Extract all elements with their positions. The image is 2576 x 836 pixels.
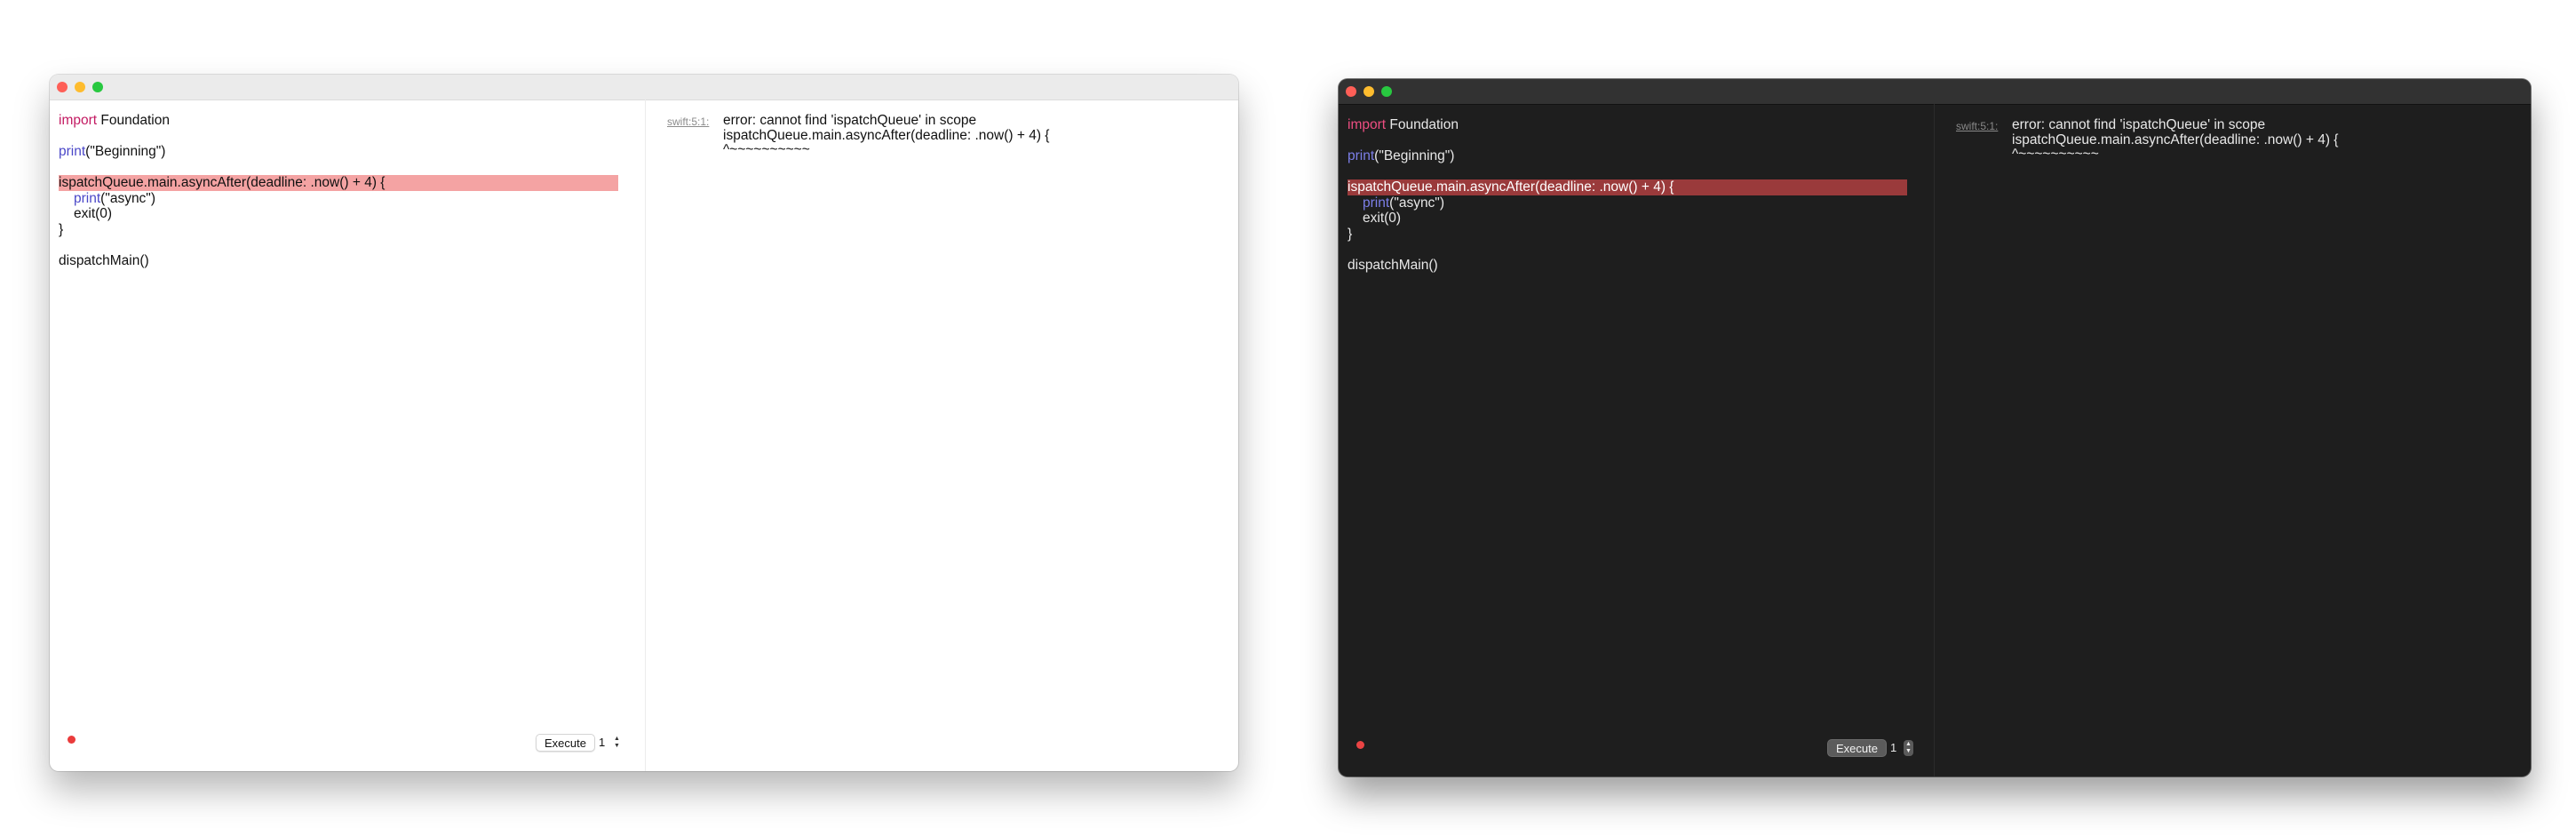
code-line: import Foundation — [59, 113, 618, 129]
code-line: print("Beginning") — [59, 144, 618, 160]
close-traffic-light-icon[interactable] — [57, 82, 68, 92]
keyword-print: print — [1363, 195, 1390, 211]
stepper-icon[interactable]: ▲ ▼ — [1904, 740, 1913, 756]
keyword-import: import — [1348, 117, 1387, 132]
code-token: ("Beginning") — [1374, 148, 1455, 163]
execute-button[interactable]: Execute — [536, 734, 595, 752]
code-line: print("Beginning") — [1348, 148, 1907, 164]
error-location-link[interactable]: swift:5:1: — [1956, 120, 1998, 132]
close-traffic-light-icon[interactable] — [1346, 86, 1356, 97]
code-text[interactable]: import Foundation print("Beginning") isp… — [1348, 117, 1907, 273]
error-highlighted-line: ispatchQueue.main.asyncAfter(deadline: .… — [1348, 179, 1907, 195]
minimize-traffic-light-icon[interactable] — [75, 82, 85, 92]
keyword-import: import — [59, 113, 98, 128]
zoom-traffic-light-icon[interactable] — [92, 82, 103, 92]
code-line: import Foundation — [1348, 117, 1907, 133]
minimize-traffic-light-icon[interactable] — [1364, 86, 1374, 97]
execute-button[interactable]: Execute — [1827, 739, 1887, 757]
output-line: ispatchQueue.main.asyncAfter(deadline: .… — [723, 127, 1050, 143]
stepper-icon[interactable]: ▲ ▼ — [612, 735, 622, 751]
output-panel: swift:5:1: error: cannot find 'ispatchQu… — [645, 100, 1238, 771]
light-mode-window: import Foundation print("Beginning") isp… — [50, 75, 1238, 771]
error-highlighted-line: ispatchQueue.main.asyncAfter(deadline: .… — [59, 175, 618, 191]
title-bar — [1339, 79, 2531, 105]
output-line: ^~~~~~~~~~~ — [723, 142, 810, 157]
code-token: Foundation — [97, 113, 170, 128]
code-token: Foundation — [1386, 117, 1459, 132]
output-panel: swift:5:1: error: cannot find 'ispatchQu… — [1934, 104, 2531, 776]
code-editor[interactable]: import Foundation print("Beginning") isp… — [50, 100, 645, 771]
code-line: } — [1348, 226, 1353, 242]
output-line: ^~~~~~~~~~~ — [2012, 147, 2099, 162]
output-line: ispatchQueue.main.asyncAfter(deadline: .… — [2012, 131, 2339, 147]
output-line: error: cannot find 'ispatchQueue' in sco… — [723, 114, 977, 128]
run-count-value: 1 — [1890, 741, 1897, 754]
code-token: ("async") — [1389, 195, 1444, 211]
code-line: exit(0) — [1363, 211, 1402, 226]
output-line: error: cannot find 'ispatchQueue' in sco… — [2012, 118, 2266, 132]
keyword-print: print — [74, 190, 101, 206]
title-bar — [50, 75, 1238, 100]
code-line: print("async") — [59, 191, 618, 207]
code-line: print("async") — [1348, 195, 1907, 211]
output-text: error: cannot find 'ispatchQueue' in sco… — [723, 114, 1238, 157]
error-location-link[interactable]: swift:5:1: — [667, 115, 709, 128]
code-token: ("async") — [100, 190, 155, 206]
status-error-dot-icon — [68, 736, 76, 744]
code-editor[interactable]: import Foundation print("Beginning") isp… — [1339, 104, 1934, 776]
code-text[interactable]: import Foundation print("Beginning") isp… — [59, 113, 618, 268]
output-text: error: cannot find 'ispatchQueue' in sco… — [2012, 118, 2531, 162]
keyword-print: print — [1348, 148, 1375, 163]
run-count-value: 1 — [599, 736, 606, 749]
code-token: ("Beginning") — [85, 144, 166, 159]
dark-mode-window: import Foundation print("Beginning") isp… — [1339, 79, 2531, 776]
status-error-dot-icon — [1356, 741, 1364, 749]
keyword-print: print — [59, 144, 86, 159]
code-line: } — [59, 221, 64, 237]
code-line: dispatchMain() — [59, 252, 149, 268]
code-line: dispatchMain() — [1348, 257, 1438, 273]
code-line: exit(0) — [74, 206, 113, 221]
zoom-traffic-light-icon[interactable] — [1381, 86, 1392, 97]
